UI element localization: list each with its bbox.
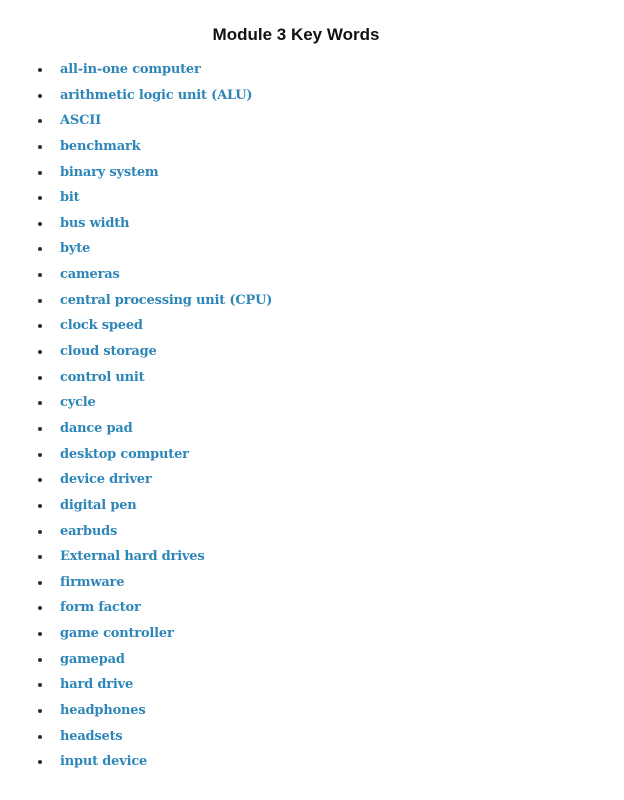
key-word-term: hard drive — [60, 677, 134, 693]
key-word-term: benchmark — [60, 138, 141, 154]
key-word-term: ASCII — [60, 113, 101, 129]
bullet-icon — [38, 375, 42, 380]
bullet-icon — [38, 555, 42, 560]
key-word-term: bit — [60, 190, 80, 206]
bullet-icon — [38, 606, 42, 611]
key-word-term: input device — [60, 754, 148, 770]
key-word-term: headsets — [60, 728, 123, 744]
bullet-icon — [38, 221, 42, 226]
bullet-icon — [38, 93, 42, 98]
key-word-term: cycle — [60, 395, 96, 411]
key-word-term: headphones — [60, 703, 146, 719]
bullet-icon — [38, 196, 42, 201]
key-word-term: External hard drives — [60, 549, 205, 565]
key-word-term: byte — [60, 241, 91, 257]
bullet-icon — [38, 401, 42, 406]
bullet-icon — [38, 503, 42, 508]
bullet-icon — [38, 580, 42, 585]
key-word-term: desktop computer — [60, 446, 189, 462]
key-word-term: device driver — [60, 472, 152, 488]
bullet-icon — [38, 426, 42, 431]
key-word-term: firmware — [60, 574, 125, 590]
key-word-term: binary system — [60, 164, 159, 180]
key-word-term: clock speed — [60, 318, 143, 334]
key-word-term: all-in-one computer — [60, 62, 201, 77]
bullet-icon — [38, 68, 42, 72]
key-word-term: gamepad — [60, 651, 125, 667]
bullet-icon — [38, 298, 42, 303]
page-title: Module 3 Key Words — [212, 25, 380, 45]
key-word-term: control unit — [60, 369, 145, 385]
bullet-icon — [38, 170, 42, 175]
bullet-icon — [38, 452, 42, 457]
bullet-icon — [38, 709, 42, 714]
key-word-term: bus width — [60, 215, 130, 231]
bullet-icon — [38, 247, 42, 252]
bullet-icon — [38, 324, 42, 329]
bullet-icon — [38, 632, 42, 637]
key-word-term: central processing unit (CPU) — [60, 292, 273, 308]
bullet-icon — [38, 273, 42, 278]
bullet-icon — [38, 529, 42, 534]
key-word-term: cloud storage — [60, 344, 157, 360]
bullet-icon — [38, 760, 42, 765]
key-word-term: dance pad — [60, 420, 133, 436]
key-word-term: game controller — [60, 626, 174, 642]
bullet-icon — [38, 144, 42, 149]
bullet-icon — [38, 657, 42, 662]
bullet-icon — [38, 478, 42, 483]
key-word-term: cameras — [60, 267, 120, 283]
key-word-term: form factor — [60, 600, 141, 616]
key-word-term: earbuds — [60, 523, 118, 539]
key-word-term: digital pen — [60, 497, 137, 513]
bullet-icon — [38, 683, 42, 688]
key-word-term: arithmetic logic unit (ALU) — [60, 87, 253, 103]
bullet-icon — [38, 119, 42, 124]
bullet-icon — [38, 734, 42, 739]
bullet-icon — [38, 350, 42, 355]
